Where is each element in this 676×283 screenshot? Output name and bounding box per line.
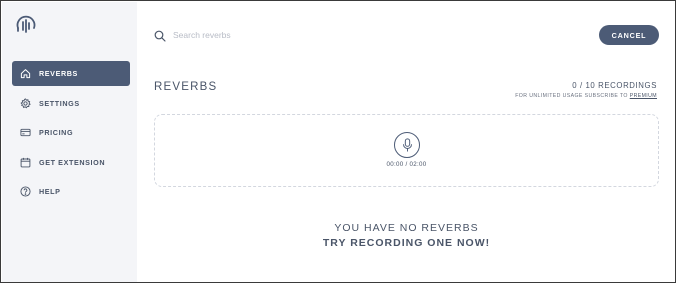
sidebar-item-label: GET EXTENSION	[39, 157, 106, 167]
sidebar-nav: REVERBS SETTINGS PRICING GET EXTENSION H…	[12, 61, 130, 209]
cancel-button[interactable]: CANCEL	[599, 25, 659, 45]
credit-card-icon	[20, 127, 31, 138]
app-window: REVERBS SETTINGS PRICING GET EXTENSION H…	[0, 0, 676, 283]
sidebar-item-help[interactable]: HELP	[12, 179, 130, 204]
sidebar-item-label: HELP	[39, 187, 61, 196]
page-title: REVERBS	[154, 81, 218, 93]
upsell-text: FOR UNLIMITED USAGE SUBSCRIBE TO	[515, 93, 628, 99]
sidebar-item-get-extension[interactable]: GET EXTENSION	[12, 150, 130, 175]
sidebar-item-reverbs[interactable]: REVERBS	[12, 61, 130, 86]
question-circle-icon	[20, 186, 31, 197]
sidebar-item-pricing[interactable]: PRICING	[12, 120, 130, 145]
search-input[interactable]	[173, 27, 423, 43]
record-button[interactable]	[394, 132, 420, 158]
microphone-icon	[401, 138, 414, 152]
search-icon	[154, 29, 166, 42]
home-icon	[20, 68, 31, 79]
recorder-dropzone: 00:00 / 02:00	[154, 114, 659, 187]
calendar-icon	[20, 157, 31, 168]
waveform-headset-icon[interactable]	[14, 13, 38, 37]
sidebar-item-label: SETTINGS	[39, 98, 80, 108]
empty-state-message: YOU HAVE NO REVERBS	[334, 222, 479, 234]
sidebar: REVERBS SETTINGS PRICING GET EXTENSION H…	[2, 2, 137, 282]
gear-icon	[20, 97, 31, 109]
recording-timer: 00:00 / 02:00	[386, 161, 427, 168]
premium-link[interactable]: PREMIUM	[630, 93, 657, 99]
upsell-note: FOR UNLIMITED USAGE SUBSCRIBE TO PREMIUM	[515, 93, 657, 99]
sidebar-item-label: PRICING	[39, 128, 74, 137]
empty-state-cta: TRY RECORDING ONE NOW!	[322, 237, 491, 249]
sidebar-item-settings[interactable]: SETTINGS	[12, 91, 130, 116]
recording-count: 0 / 10 RECORDINGS	[572, 81, 657, 90]
sidebar-item-label: REVERBS	[39, 69, 78, 78]
